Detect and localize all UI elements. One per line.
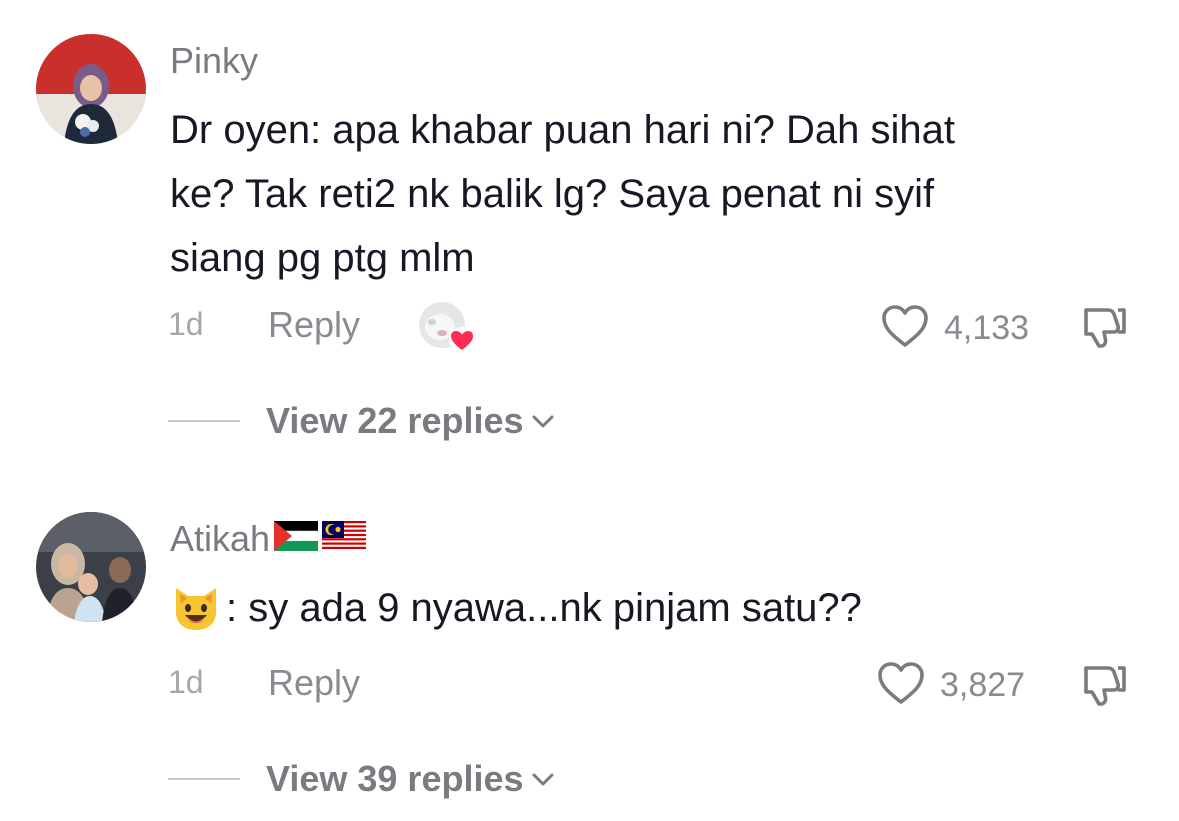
- divider-line: [168, 420, 240, 422]
- dislike-button[interactable]: [1080, 660, 1130, 715]
- comment-text-line: ke? Tak reti2 nk balik lg? Saya penat ni…: [170, 172, 935, 216]
- avatar[interactable]: [36, 34, 146, 144]
- comment-username[interactable]: Pinky: [170, 40, 258, 82]
- comment-text-line: Dr oyen: apa khabar puan hari ni? Dah si…: [170, 108, 955, 152]
- like-count: 3,827: [940, 666, 1026, 704]
- comment-timestamp: 1d: [168, 306, 204, 342]
- divider-line: [168, 778, 240, 780]
- comment-text-body: : sy ada 9 nyawa...nk pinjam satu??: [226, 586, 862, 630]
- chevron-down-icon[interactable]: [530, 412, 556, 437]
- reply-button[interactable]: Reply: [268, 662, 360, 704]
- comment-username[interactable]: Atikah: [170, 518, 367, 560]
- username-text[interactable]: Pinky: [170, 40, 258, 82]
- palestine-flag-icon: [273, 518, 319, 560]
- thumbs-down-icon[interactable]: [1080, 666, 1130, 714]
- heart-outline-icon[interactable]: [880, 303, 930, 354]
- like-button[interactable]: 4,133: [880, 303, 1029, 354]
- dislike-button[interactable]: [1080, 302, 1130, 357]
- malaysia-flag-icon: [322, 518, 367, 560]
- view-replies-label[interactable]: View 39 replies: [266, 758, 524, 800]
- creator-liked-icon: [418, 300, 476, 354]
- like-count: 4,133: [944, 309, 1030, 347]
- reply-button[interactable]: Reply: [268, 304, 360, 346]
- avatar[interactable]: [36, 512, 146, 622]
- like-button[interactable]: 3,827: [876, 660, 1025, 711]
- username-text[interactable]: Atikah: [170, 518, 270, 560]
- view-replies-label[interactable]: View 22 replies: [266, 400, 524, 442]
- view-replies-button[interactable]: View 39 replies: [168, 758, 556, 800]
- chevron-down-icon[interactable]: [530, 770, 556, 795]
- thumbs-down-icon[interactable]: [1080, 308, 1130, 356]
- comment-text: Dr oyen: apa khabar puan hari ni? Dah si…: [170, 98, 1130, 290]
- comment-text-line: siang pg ptg mlm: [170, 236, 475, 280]
- view-replies-button[interactable]: View 22 replies: [168, 400, 556, 442]
- heart-outline-icon[interactable]: [876, 660, 926, 711]
- comment-timestamp: 1d: [168, 664, 204, 700]
- smiling-cat-emoji: [170, 582, 222, 634]
- comment-text: : sy ada 9 nyawa...nk pinjam satu??: [170, 576, 1130, 640]
